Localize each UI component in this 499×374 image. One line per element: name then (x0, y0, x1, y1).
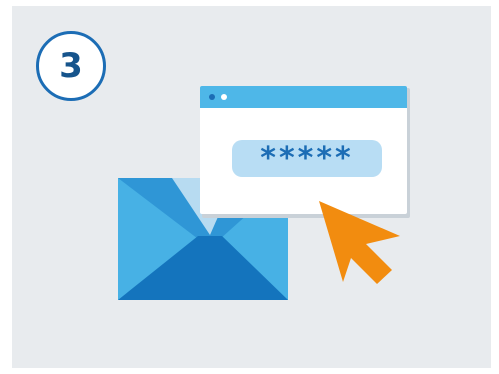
password-illustration (118, 86, 410, 300)
window-dot-icon (209, 94, 215, 100)
window-dot-icon (221, 94, 227, 100)
password-mask: ***** (260, 141, 354, 176)
